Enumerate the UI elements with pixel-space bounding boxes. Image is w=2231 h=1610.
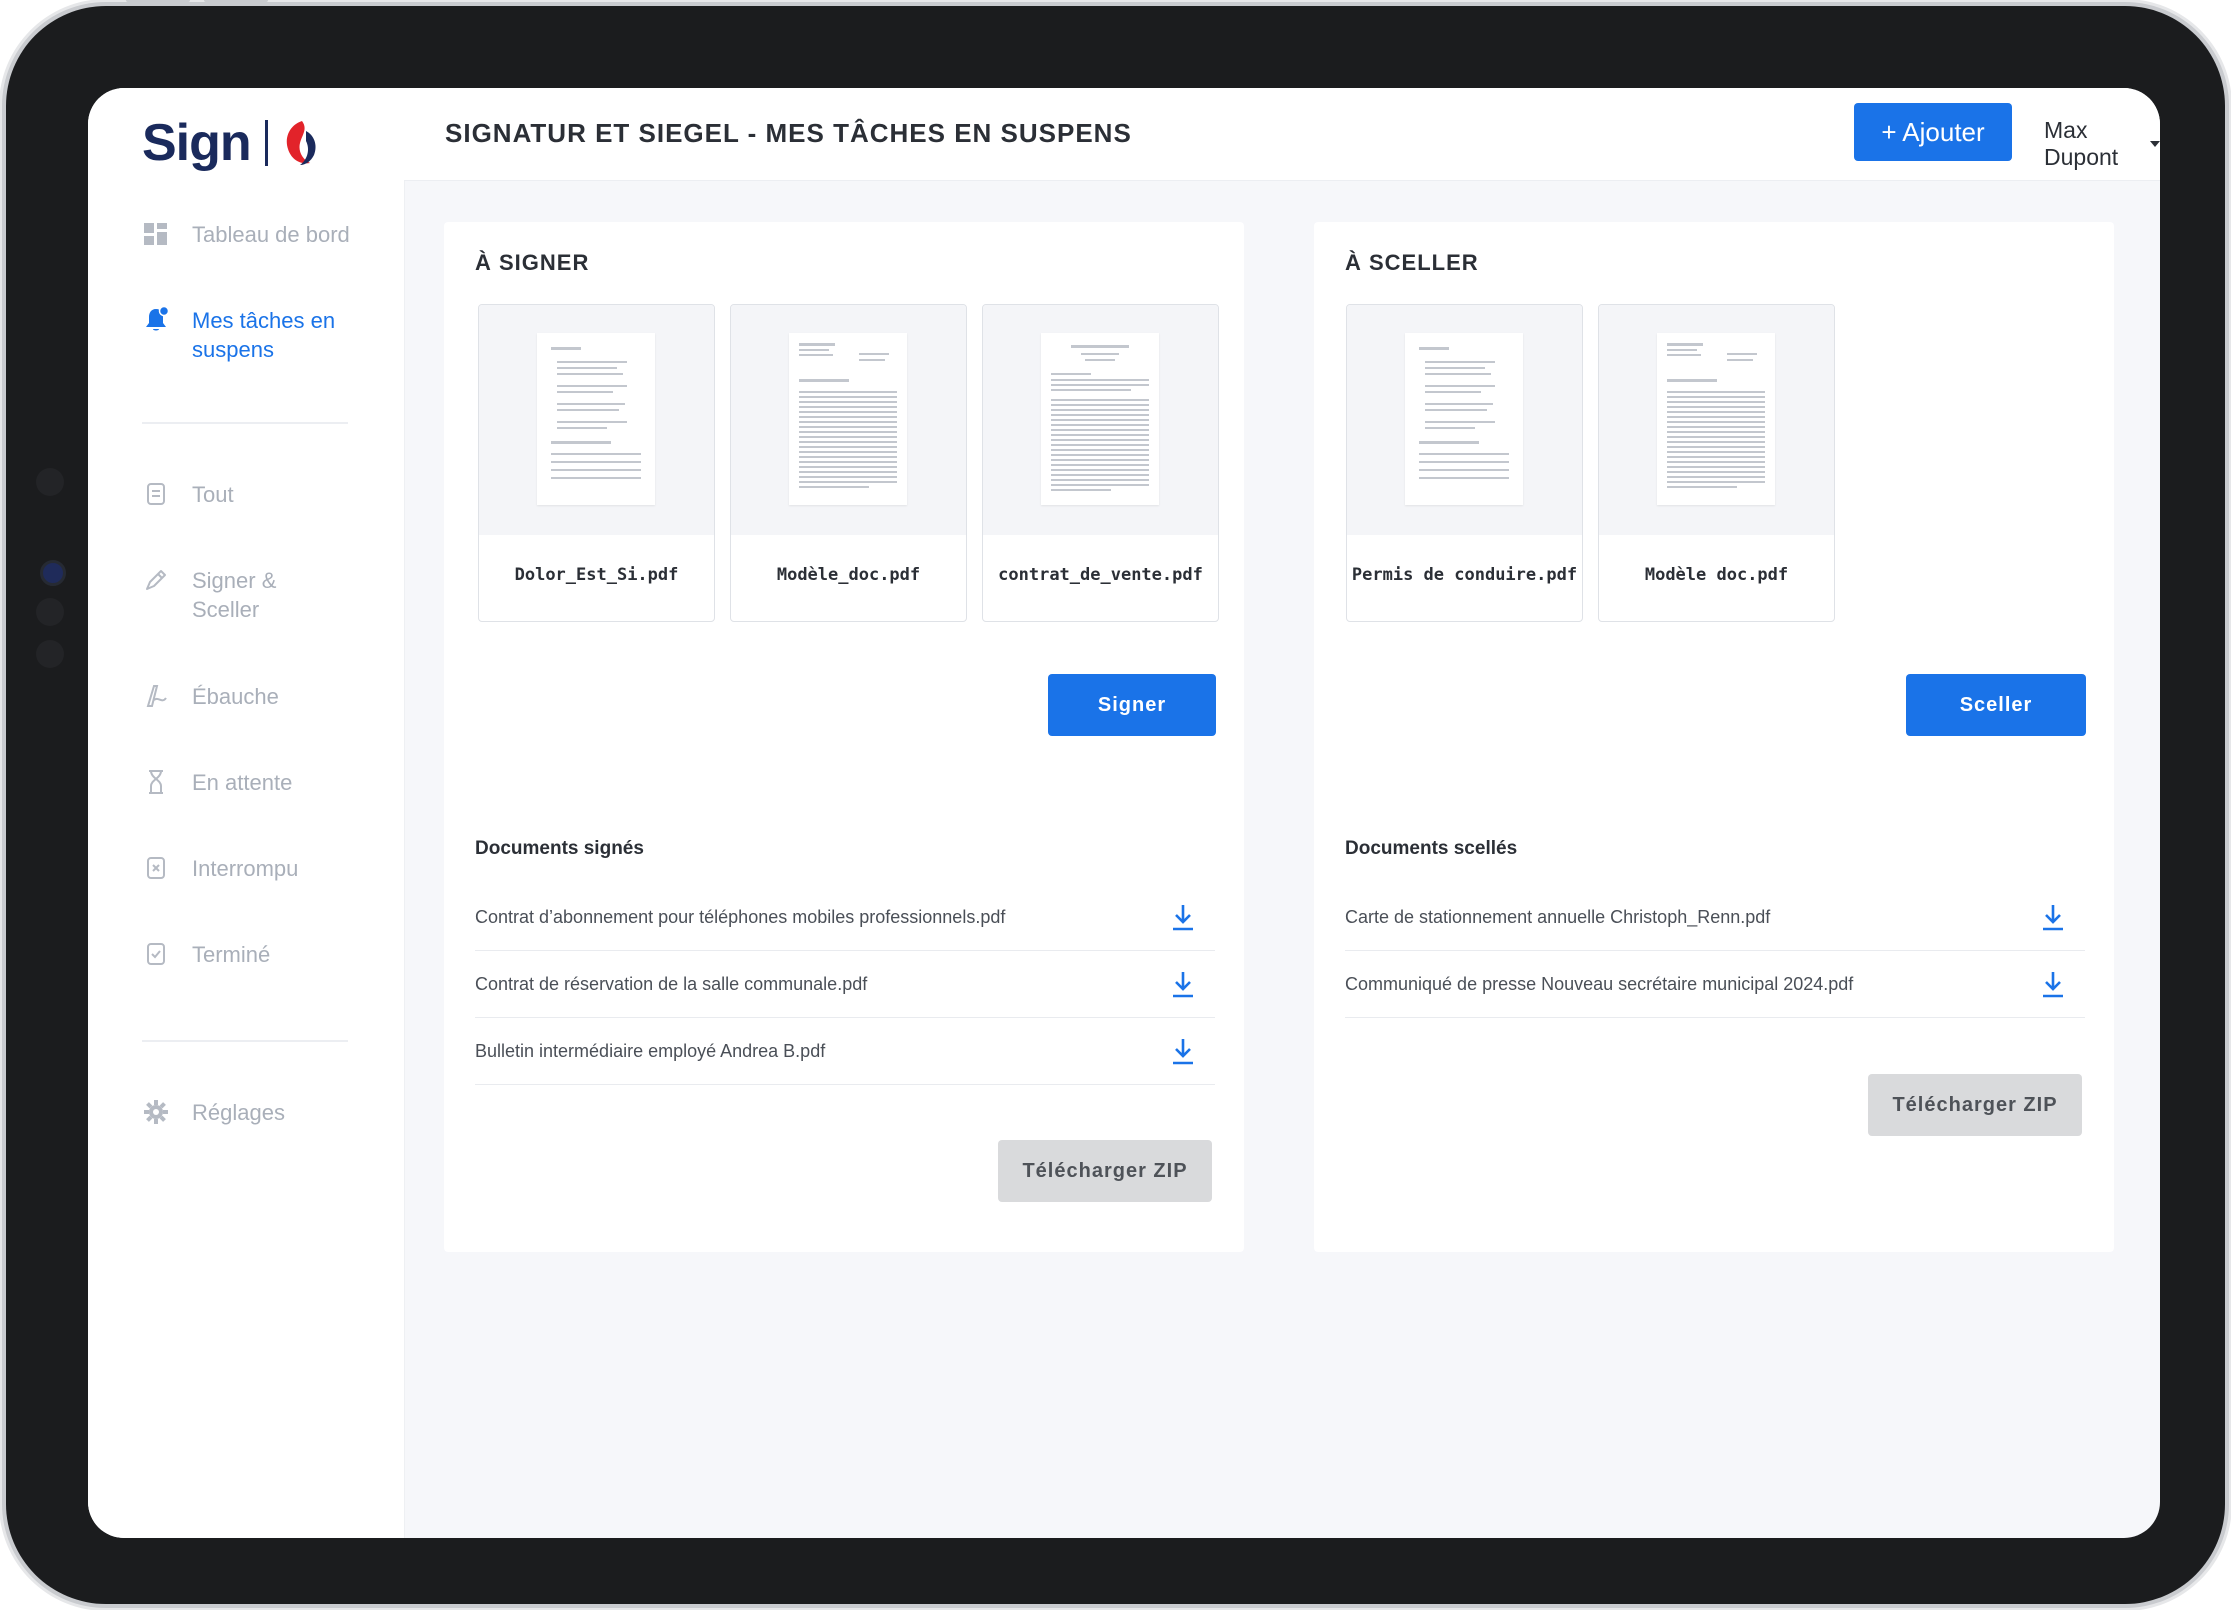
document-thumbnail-icon bbox=[1041, 333, 1159, 505]
document-card[interactable]: Modèle doc.pdf bbox=[1598, 304, 1835, 622]
seal-panel-title: À SCELLER bbox=[1345, 250, 1479, 275]
app-logo[interactable]: Sign bbox=[142, 108, 320, 178]
sidebar-item-settings[interactable]: Réglages bbox=[142, 1098, 285, 1127]
sign-panel: À SIGNER Dolor_Est_Si.pdf Modèle_doc.pdf… bbox=[444, 222, 1244, 1252]
add-button[interactable]: + Ajouter bbox=[1854, 103, 2012, 161]
sidebar-item-label: Terminé bbox=[192, 942, 271, 967]
file-name: Carte de stationnement annuelle Christop… bbox=[1345, 906, 1771, 927]
user-menu[interactable]: Max Dupont bbox=[2044, 117, 2160, 171]
document-preview bbox=[1347, 305, 1582, 535]
document-thumbnail-icon bbox=[789, 333, 907, 505]
document-name: Permis de conduire.pdf bbox=[1351, 565, 1578, 585]
sidebar-item-dashboard[interactable]: Tableau de bord bbox=[142, 220, 350, 249]
signed-documents-title: Documents signés bbox=[475, 838, 644, 859]
list-item[interactable]: Contrat de réservation de la salle commu… bbox=[475, 951, 1215, 1018]
sidebar-item-label: Signer & Sceller bbox=[192, 568, 277, 622]
list-item[interactable]: Contrat d’abonnement pour téléphones mob… bbox=[475, 884, 1215, 951]
download-icon[interactable] bbox=[2039, 969, 2067, 999]
document-name: contrat_de_vente.pdf bbox=[998, 565, 1203, 585]
sensor bbox=[36, 598, 64, 626]
sidebar-divider bbox=[142, 1040, 348, 1042]
download-zip-button[interactable]: Télécharger ZIP bbox=[1868, 1074, 2082, 1136]
download-icon[interactable] bbox=[1169, 902, 1197, 932]
sidebar-item-pending-tasks[interactable]: Mes tâches en suspens bbox=[142, 306, 342, 364]
document-card[interactable]: contrat_de_vente.pdf bbox=[982, 304, 1219, 622]
top-header: SIGNATUR ET SIEGEL - MES TÂCHES EN SUSPE… bbox=[404, 88, 2160, 181]
download-icon[interactable] bbox=[2039, 902, 2067, 932]
sign-button[interactable]: Signer bbox=[1048, 674, 1216, 736]
list-item[interactable]: Carte de stationnement annuelle Christop… bbox=[1345, 884, 2085, 951]
pen-icon bbox=[146, 570, 166, 590]
sidebar-item-interrupted[interactable]: Interrompu bbox=[142, 854, 298, 883]
document-thumbnail-icon bbox=[537, 333, 655, 505]
hourglass-icon bbox=[149, 770, 163, 794]
logo-separator bbox=[264, 120, 268, 166]
sidebar-item-label: Tableau de bord bbox=[192, 222, 350, 247]
logo-text: Sign bbox=[142, 114, 252, 172]
document-preview bbox=[983, 305, 1218, 535]
document-card[interactable]: Dolor_Est_Si.pdf bbox=[478, 304, 715, 622]
list-item[interactable]: Communiqué de presse Nouveau secrétaire … bbox=[1345, 951, 2085, 1018]
sidebar-item-label: Ébauche bbox=[192, 684, 279, 709]
document-card[interactable]: Permis de conduire.pdf bbox=[1346, 304, 1583, 622]
document-thumbnail-icon bbox=[1657, 333, 1775, 505]
cancelled-icon bbox=[147, 857, 165, 879]
sidebar-item-draft[interactable]: Ébauche bbox=[142, 682, 279, 711]
user-name: Max Dupont bbox=[2044, 117, 2119, 170]
sign-panel-title: À SIGNER bbox=[475, 250, 590, 275]
sensor bbox=[36, 468, 64, 496]
sidebar-item-label: Interrompu bbox=[192, 856, 299, 881]
screen: Sign Tableau de bord Mes tâches en suspe… bbox=[88, 88, 2160, 1538]
dashboard-icon bbox=[144, 223, 167, 245]
gear-icon bbox=[144, 1100, 168, 1124]
page-title: SIGNATUR ET SIEGEL - MES TÂCHES EN SUSPE… bbox=[445, 118, 1132, 148]
document-icon bbox=[147, 483, 165, 505]
document-preview bbox=[731, 305, 966, 535]
seal-button[interactable]: Sceller bbox=[1906, 674, 2086, 736]
file-name: Bulletin intermédiaire employé Andrea B.… bbox=[475, 1040, 826, 1061]
document-name: Modèle_doc.pdf bbox=[776, 565, 921, 585]
tablet-frame: Sign Tableau de bord Mes tâches en suspe… bbox=[6, 0, 2225, 1604]
sidebar-item-all[interactable]: Tout bbox=[142, 480, 234, 509]
sidebar-item-completed[interactable]: Terminé bbox=[142, 940, 270, 969]
sidebar-divider bbox=[142, 422, 348, 424]
swisscom-logo-icon bbox=[286, 121, 316, 165]
sidebar: Sign Tableau de bord Mes tâches en suspe… bbox=[88, 88, 405, 1538]
document-preview bbox=[1599, 305, 1834, 535]
download-icon[interactable] bbox=[1169, 969, 1197, 999]
sidebar-item-label: En attente bbox=[192, 770, 293, 795]
download-icon[interactable] bbox=[1169, 1036, 1197, 1066]
download-zip-button[interactable]: Télécharger ZIP bbox=[998, 1140, 1212, 1202]
sidebar-item-label: Tout bbox=[192, 482, 234, 507]
document-card[interactable]: Modèle_doc.pdf bbox=[730, 304, 967, 622]
file-name: Communiqué de presse Nouveau secrétaire … bbox=[1345, 973, 1854, 994]
document-thumbnail-icon bbox=[1405, 333, 1523, 505]
sidebar-item-label: Mes tâches en suspens bbox=[192, 308, 336, 362]
camera bbox=[40, 560, 66, 586]
sensor bbox=[36, 640, 64, 668]
document-preview bbox=[479, 305, 714, 535]
seal-panel: À SCELLER Permis de conduire.pdf Modèle … bbox=[1314, 222, 2114, 1252]
document-name: Dolor_Est_Si.pdf bbox=[514, 565, 679, 585]
sealed-documents-title: Documents scellés bbox=[1345, 838, 1518, 859]
document-name: Modèle doc.pdf bbox=[1644, 565, 1789, 585]
list-item[interactable]: Bulletin intermédiaire employé Andrea B.… bbox=[475, 1018, 1215, 1085]
bell-icon bbox=[146, 306, 170, 331]
sidebar-item-waiting[interactable]: En attente bbox=[142, 768, 292, 797]
check-icon bbox=[147, 943, 165, 965]
file-name: Contrat d’abonnement pour téléphones mob… bbox=[475, 906, 1006, 927]
sidebar-item-label: Réglages bbox=[192, 1100, 285, 1125]
device-button bbox=[126, 0, 190, 2]
sidebar-item-sign-seal[interactable]: Signer & Sceller bbox=[142, 566, 282, 624]
file-name: Contrat de réservation de la salle commu… bbox=[475, 973, 868, 994]
caret-down-icon bbox=[2150, 141, 2160, 147]
draft-icon bbox=[146, 685, 167, 707]
device-button bbox=[204, 0, 268, 2]
